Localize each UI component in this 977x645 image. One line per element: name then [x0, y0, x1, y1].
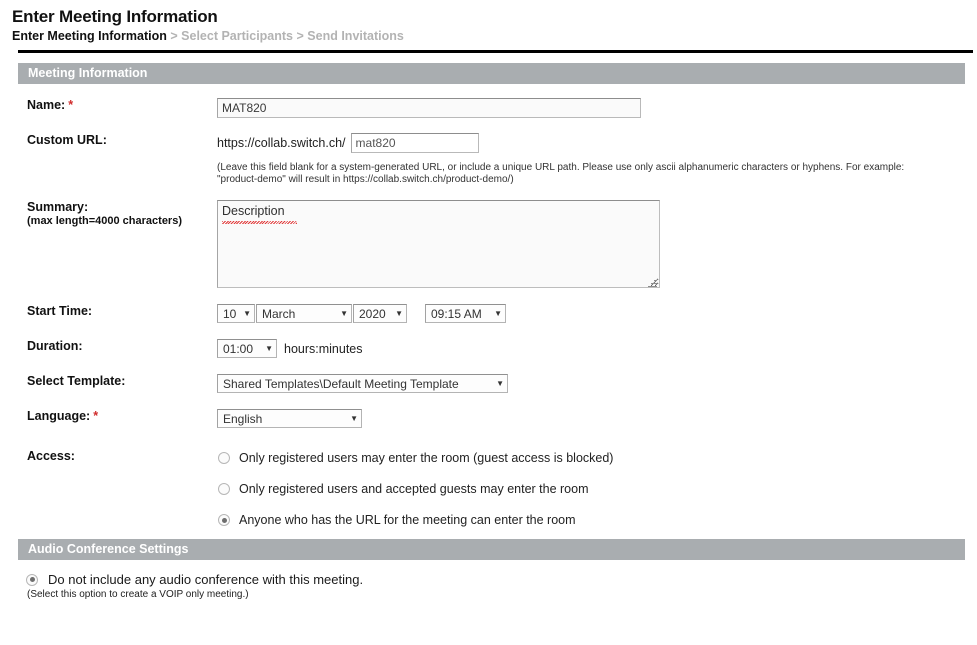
custom-url-input[interactable]	[350, 133, 479, 153]
label-select-template: Select Template:	[27, 374, 126, 388]
field-access: Only registered users may enter the room…	[218, 449, 977, 529]
start-time-month-value: March	[262, 306, 296, 321]
row-start-time: Start Time: 10 ▼ March ▼ 2020 ▼ 09:15 AM…	[0, 304, 977, 323]
chevron-down-icon: ▼	[265, 343, 273, 353]
language-value: English	[223, 411, 263, 426]
radio-no-audio-conference[interactable]	[26, 573, 38, 586]
custom-url-line: https://collab.switch.ch/	[217, 133, 977, 153]
row-access: Access: Only registered users may enter …	[0, 449, 977, 529]
label-name-text: Name:	[27, 98, 66, 112]
label-summary-text: Summary:	[27, 200, 89, 214]
breadcrumb-separator-1: >	[170, 29, 178, 43]
language-select[interactable]: English ▼	[217, 409, 362, 428]
label-duration: Duration:	[27, 339, 83, 353]
radio-access-anyone-with-url[interactable]	[218, 514, 230, 526]
summary-textarea-wrapper: Description	[217, 200, 660, 291]
duration-select[interactable]: 01:00 ▼	[217, 339, 277, 358]
duration-unit-label: hours:minutes	[284, 341, 363, 356]
radio-access-registered-and-guests[interactable]	[218, 483, 230, 495]
field-duration: 01:00 ▼ hours:minutes	[217, 339, 977, 358]
chevron-down-icon: ▼	[340, 308, 348, 318]
label-language-text: Language:	[27, 409, 91, 423]
meeting-information-form: Name:* Custom URL: https://collab.switch…	[0, 98, 977, 529]
label-start-time: Start Time:	[27, 304, 93, 318]
field-language: English ▼	[217, 409, 977, 428]
page-title: Enter Meeting Information	[12, 7, 218, 26]
chevron-down-icon: ▼	[395, 308, 403, 318]
field-custom-url: https://collab.switch.ch/ (Leave this fi…	[217, 133, 977, 186]
breadcrumb-step-select-participants[interactable]: Select Participants	[181, 29, 293, 43]
start-time-month-select[interactable]: March ▼	[256, 304, 352, 323]
template-select[interactable]: Shared Templates\Default Meeting Templat…	[217, 374, 508, 393]
row-language: Language: * English ▼	[0, 409, 977, 428]
name-input[interactable]	[217, 98, 641, 118]
row-custom-url: Custom URL: https://collab.switch.ch/ (L…	[0, 133, 977, 186]
header-divider	[18, 50, 973, 53]
label-name: Name: *	[0, 98, 217, 112]
row-summary: Summary: (max length=4000 characters) De…	[0, 200, 977, 291]
custom-url-prefix: https://collab.switch.ch/	[217, 136, 346, 150]
label-language: Language: *	[0, 409, 217, 423]
summary-textarea[interactable]: Description	[217, 200, 660, 288]
label-summary-sublabel: (max length=4000 characters)	[27, 215, 182, 227]
start-time-day-select[interactable]: 10 ▼	[217, 304, 255, 323]
chevron-down-icon: ▼	[243, 308, 251, 318]
custom-url-helper-text: (Leave this field blank for a system-gen…	[217, 162, 905, 185]
section-header-meeting-information: Meeting Information	[18, 63, 965, 84]
duration-value: 01:00	[223, 341, 254, 356]
audio-option-no-audio-conference-label: Do not include any audio conference with…	[48, 572, 364, 587]
row-duration: Duration: 01:00 ▼ hours:minutes	[0, 339, 977, 358]
breadcrumb: Enter Meeting Information > Select Parti…	[12, 28, 977, 44]
breadcrumb-step-send-invitations[interactable]: Send Invitations	[307, 29, 404, 43]
chevron-down-icon: ▼	[496, 378, 504, 388]
field-start-time: 10 ▼ March ▼ 2020 ▼ 09:15 AM ▼	[217, 304, 977, 323]
field-summary: Description	[217, 200, 977, 291]
access-option-registered-only[interactable]: Only registered users may enter the room…	[218, 449, 977, 467]
template-value: Shared Templates\Default Meeting Templat…	[223, 376, 459, 391]
required-marker-language: *	[93, 409, 99, 423]
breadcrumb-separator-2: >	[296, 29, 304, 43]
audio-option-no-audio-conference[interactable]: Do not include any audio conference with…	[26, 572, 977, 587]
page-header: Enter Meeting Information Enter Meeting …	[0, 0, 977, 44]
required-marker-name: *	[68, 98, 74, 112]
start-time-year-select[interactable]: 2020 ▼	[353, 304, 407, 323]
label-access: Access:	[27, 449, 75, 463]
start-time-clock-value: 09:15 AM	[431, 306, 482, 321]
row-name: Name: *	[0, 98, 977, 118]
start-time-clock-select[interactable]: 09:15 AM ▼	[425, 304, 506, 323]
access-option-registered-only-label: Only registered users may enter the room…	[239, 451, 614, 465]
field-name	[217, 98, 977, 118]
access-option-anyone-with-url[interactable]: Anyone who has the URL for the meeting c…	[218, 511, 977, 529]
audio-conference-options: Do not include any audio conference with…	[0, 560, 977, 600]
start-time-year-value: 2020	[359, 306, 386, 321]
access-option-anyone-with-url-label: Anyone who has the URL for the meeting c…	[239, 513, 576, 527]
field-select-template: Shared Templates\Default Meeting Templat…	[217, 374, 977, 393]
access-option-registered-and-guests-label: Only registered users and accepted guest…	[239, 482, 589, 496]
label-custom-url: Custom URL:	[27, 133, 107, 147]
chevron-down-icon: ▼	[494, 308, 502, 318]
start-time-day-value: 10	[223, 306, 237, 321]
radio-access-registered-only[interactable]	[218, 452, 230, 464]
label-summary: Summary: (max length=4000 characters)	[0, 200, 217, 227]
access-option-registered-and-guests[interactable]: Only registered users and accepted guest…	[218, 480, 977, 498]
breadcrumb-step-enter-meeting-information[interactable]: Enter Meeting Information	[12, 29, 167, 43]
section-header-audio-conference-settings: Audio Conference Settings	[18, 539, 965, 560]
chevron-down-icon: ▼	[350, 413, 358, 423]
row-select-template: Select Template: Shared Templates\Defaul…	[0, 374, 977, 393]
audio-option-no-audio-conference-note: (Select this option to create a VOIP onl…	[27, 589, 249, 600]
